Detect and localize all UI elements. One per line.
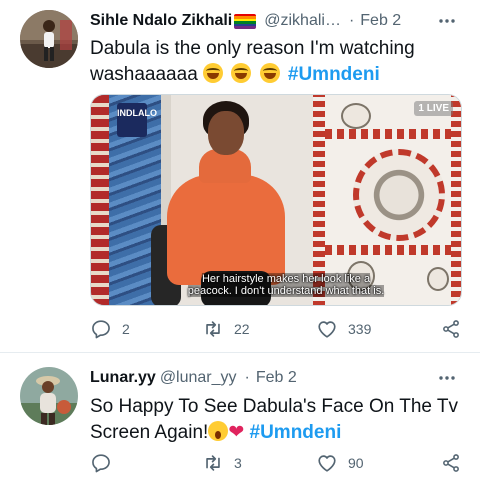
avatar-image	[20, 367, 78, 425]
retweet-icon	[206, 321, 220, 337]
tweet-actions: 2 22 339	[90, 317, 460, 341]
author-handle[interactable]: @zikhali…	[264, 12, 341, 30]
reply-icon	[92, 320, 110, 339]
cloth-band	[325, 245, 451, 255]
lion-motif	[341, 103, 371, 129]
cloth-band	[325, 129, 451, 139]
crying-emoji-icon	[208, 421, 229, 441]
like-count: 90	[348, 455, 364, 471]
hashtag-link[interactable]: #Umndeni	[288, 64, 380, 85]
grinning-sweat-emoji-icon	[259, 63, 280, 83]
video-caption: Her hairstyle makes her look like a peac…	[187, 273, 385, 297]
like-count: 339	[348, 321, 372, 337]
avatar-image	[20, 10, 78, 68]
tweet[interactable]: Sihle Ndalo Zikhali @zikhali… · Feb 2 Da…	[0, 0, 480, 352]
reply-count: 2	[122, 321, 130, 337]
more-icon[interactable]	[436, 367, 458, 389]
caption-line: peacock. I don't understand what that is…	[187, 285, 385, 297]
like-button[interactable]: 90	[316, 451, 364, 475]
tweet-text: Dabula is the only reason I'm watching w…	[90, 36, 460, 88]
reply-button[interactable]: 2	[90, 317, 130, 341]
retweet-icon	[206, 455, 220, 471]
tweet-actions: 3 90	[90, 451, 460, 475]
retweet-button[interactable]: 3	[202, 451, 242, 475]
person-torso	[167, 175, 285, 285]
separator-dot: ·	[244, 369, 250, 386]
tweet-text-line: Dabula is the only reason I'm watching	[90, 38, 415, 59]
channel-logo: 1 LIVE	[414, 101, 453, 116]
share-icon	[443, 320, 459, 338]
avatar[interactable]	[20, 367, 78, 425]
show-logo: INDLALO	[117, 103, 157, 137]
tweet[interactable]: Lunar.yy @lunar_yy · Feb 2 So Happy To S…	[0, 353, 480, 482]
red-heart-emoji-icon: ❤	[228, 422, 245, 443]
avatar[interactable]	[20, 10, 78, 68]
tweet-header: Sihle Ndalo Zikhali @zikhali… · Feb 2	[90, 10, 460, 32]
share-button[interactable]	[440, 317, 462, 341]
separator-dot: ·	[348, 12, 355, 29]
person-face	[208, 111, 244, 155]
tweet-text-line: So Happy To See Dabula's Face On The Tv	[90, 396, 459, 417]
share-button[interactable]	[440, 451, 462, 475]
grinning-sweat-emoji-icon	[231, 63, 252, 83]
retweet-button[interactable]: 22	[202, 317, 250, 341]
author-name[interactable]: Sihle Ndalo Zikhali	[90, 12, 232, 30]
tweet-text-line: Screen Again!	[90, 422, 209, 443]
tweet-media-image[interactable]: INDLALO 1 LIVE Her hairstyle makes her l…	[90, 94, 462, 306]
grinning-sweat-emoji-icon	[203, 63, 224, 83]
reply-button[interactable]	[90, 451, 122, 475]
author-name[interactable]: Lunar.yy	[90, 369, 156, 387]
tweet-date[interactable]: Feb 2	[360, 12, 401, 30]
author-handle[interactable]: @lunar_yy	[160, 369, 237, 387]
more-icon[interactable]	[436, 10, 458, 32]
tweet-header: Lunar.yy @lunar_yy · Feb 2	[90, 367, 460, 389]
tweet-date[interactable]: Feb 2	[256, 369, 297, 387]
hashtag-link[interactable]: #Umndeni	[250, 422, 342, 443]
retweet-count: 3	[234, 455, 242, 471]
caption-line: Her hairstyle makes her look like a	[201, 273, 371, 285]
tweet-text-line: washaaaaaa	[90, 64, 198, 85]
like-icon	[318, 455, 336, 472]
retweet-count: 22	[234, 321, 250, 337]
lion-motif	[427, 267, 449, 291]
like-button[interactable]: 339	[316, 317, 371, 341]
like-icon	[318, 321, 336, 338]
share-icon	[443, 454, 459, 472]
tweet-text: So Happy To See Dabula's Face On The Tv …	[90, 394, 460, 446]
cloth-border	[451, 95, 461, 305]
red-blanket	[91, 95, 109, 305]
reply-icon	[92, 454, 110, 473]
lion-medallion	[353, 149, 445, 241]
rainbow-flag-icon	[234, 13, 257, 29]
